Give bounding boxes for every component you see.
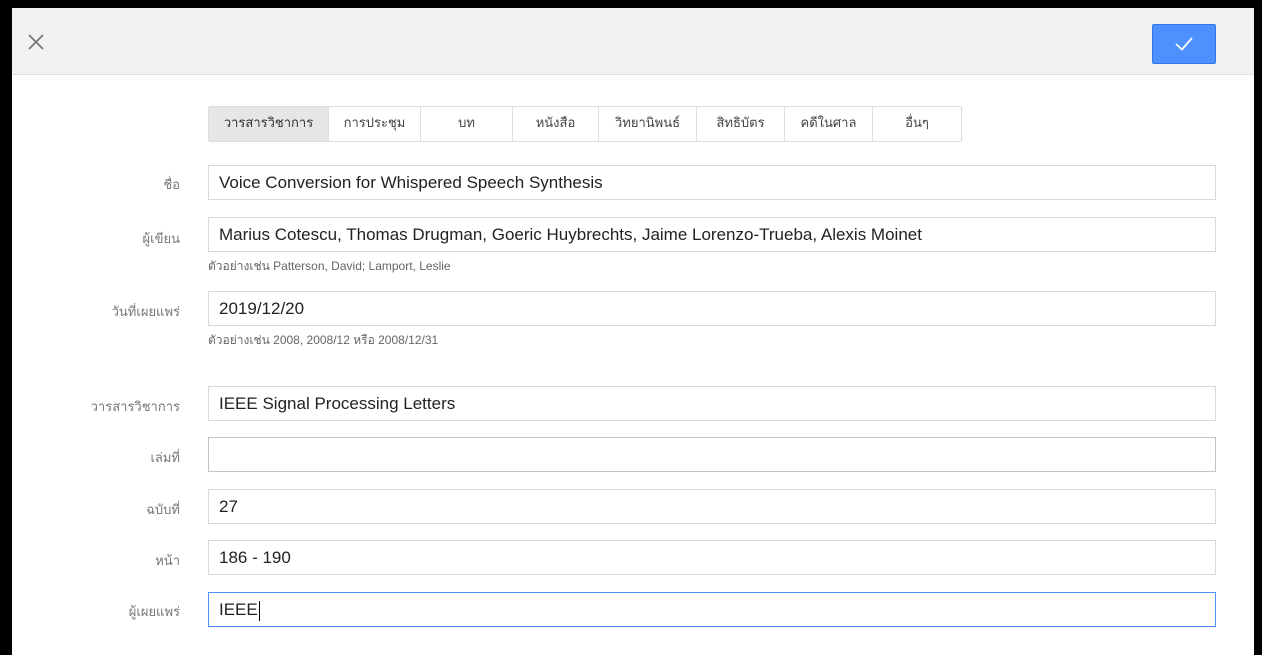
publication-type-tabs: วารสารวิชาการ การประชุม บท หนังสือ วิทยา… [208, 106, 962, 142]
date-field[interactable]: 2019/12/20 [208, 291, 1216, 326]
edit-article-dialog: วารสารวิชาการ การประชุม บท หนังสือ วิทยา… [12, 8, 1254, 655]
tab-journal[interactable]: วารสารวิชาการ [209, 107, 329, 141]
pages-label: หน้า [155, 554, 180, 569]
tab-court-case[interactable]: คดีในศาล [785, 107, 873, 141]
publisher-value: IEEE [219, 600, 258, 619]
authors-label: ผู้เขียน [142, 232, 180, 247]
tab-thesis[interactable]: วิทยานิพนธ์ [599, 107, 697, 141]
issue-value: 27 [219, 497, 238, 516]
text-caret [258, 600, 260, 621]
publisher-field[interactable]: IEEE [208, 592, 1216, 627]
pages-field[interactable]: 186 - 190 [208, 540, 1216, 575]
close-icon [24, 30, 48, 54]
issue-label: ฉบับที่ [146, 503, 180, 518]
volume-field[interactable] [208, 437, 1216, 472]
tab-conference[interactable]: การประชุม [329, 107, 421, 141]
tab-patent[interactable]: สิทธิบัตร [697, 107, 785, 141]
authors-hint: ตัวอย่างเช่น Patterson, David; Lamport, … [208, 259, 451, 273]
journal-field[interactable]: IEEE Signal Processing Letters [208, 386, 1216, 421]
authors-value: Marius Cotescu, Thomas Drugman, Goeric H… [219, 225, 922, 244]
publisher-label: ผู้เผยแพร่ [128, 605, 180, 620]
pages-value: 186 - 190 [219, 548, 291, 567]
dialog-toolbar [12, 8, 1254, 75]
tab-chapter[interactable]: บท [421, 107, 513, 141]
issue-field[interactable]: 27 [208, 489, 1216, 524]
title-label: ชื่อ [163, 178, 180, 193]
title-value: Voice Conversion for Whispered Speech Sy… [219, 173, 603, 192]
date-value: 2019/12/20 [219, 299, 305, 318]
title-field[interactable]: Voice Conversion for Whispered Speech Sy… [208, 165, 1216, 200]
date-label: วันที่เผยแพร่ [111, 305, 180, 320]
journal-value: IEEE Signal Processing Letters [219, 394, 456, 413]
save-button[interactable] [1152, 24, 1216, 64]
date-hint: ตัวอย่างเช่น 2008, 2008/12 หรือ 2008/12/… [208, 333, 439, 347]
journal-label: วารสารวิชาการ [90, 400, 180, 415]
close-button[interactable] [24, 30, 48, 54]
tab-book[interactable]: หนังสือ [513, 107, 599, 141]
tab-other[interactable]: อื่นๆ [873, 107, 961, 141]
volume-label: เล่มที่ [150, 451, 180, 466]
authors-field[interactable]: Marius Cotescu, Thomas Drugman, Goeric H… [208, 217, 1216, 252]
